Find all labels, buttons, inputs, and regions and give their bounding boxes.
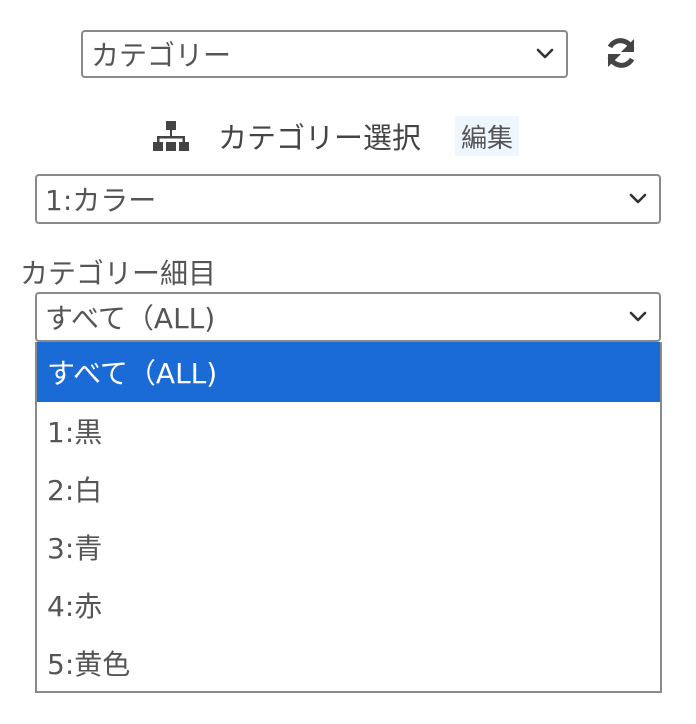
dropdown-option[interactable]: 5:黄色: [37, 634, 660, 692]
edit-button[interactable]: 編集: [455, 116, 520, 156]
dropdown-option[interactable]: 1:黒: [37, 402, 660, 460]
chevron-down-icon: [625, 304, 651, 330]
category-selection-header: カテゴリー選択 編集: [152, 110, 520, 162]
refresh-icon[interactable]: [600, 33, 642, 73]
dropdown-option[interactable]: 4:赤: [37, 576, 660, 634]
category-detail-select-value: すべて（ALL): [45, 302, 216, 335]
dropdown-option[interactable]: 3:青: [37, 518, 660, 576]
dropdown-option[interactable]: 2:白: [37, 460, 660, 518]
page-title: カテゴリー選択: [218, 121, 422, 155]
dropdown-option[interactable]: すべて（ALL): [37, 342, 660, 402]
category-panel: カテゴリー カテゴリー選択 編集 1:カラー カテゴリー細目 すべて（ALL) …: [0, 0, 696, 724]
category-detail-select[interactable]: すべて（ALL): [35, 292, 661, 342]
category-detail-dropdown-list: すべて（ALL) 1:黒 2:白 3:青 4:赤 5:黄色: [35, 342, 662, 693]
chevron-down-icon: [532, 41, 558, 67]
top-category-select[interactable]: カテゴリー: [81, 30, 568, 78]
sitemap-icon: [152, 116, 192, 156]
category-select[interactable]: 1:カラー: [35, 174, 661, 224]
category-detail-label: カテゴリー細目: [20, 257, 217, 290]
chevron-down-icon: [625, 186, 651, 212]
category-select-value: 1:カラー: [45, 184, 157, 217]
top-category-select-value: カテゴリー: [91, 39, 232, 72]
